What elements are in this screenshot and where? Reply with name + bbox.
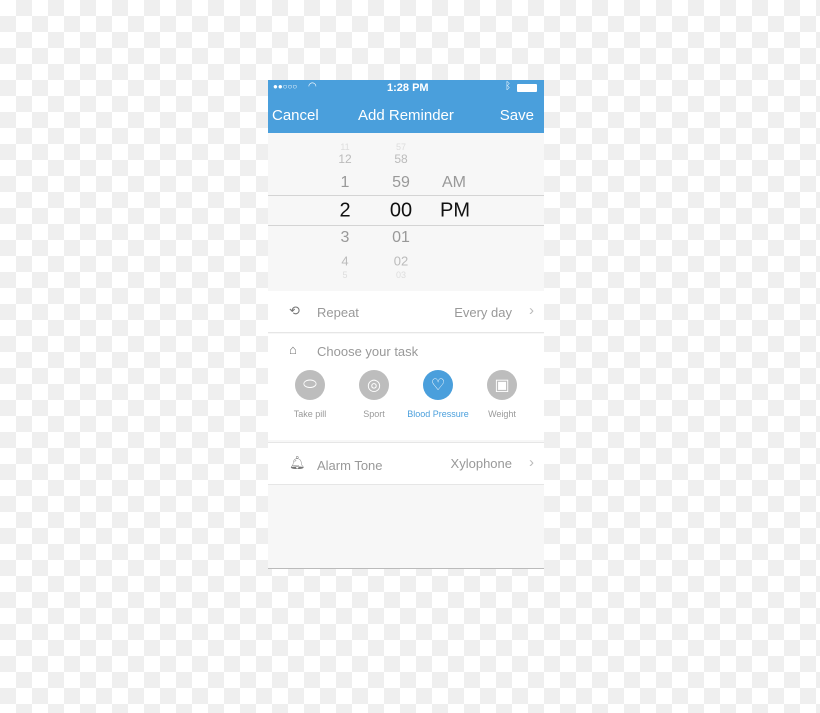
hour-option[interactable]: 5: [342, 270, 347, 280]
repeat-row[interactable]: ⟲ Repeat Every day ›: [268, 291, 544, 333]
alarm-tone-row[interactable]: 🔔︎ Alarm Tone Xylophone ›: [268, 442, 544, 485]
phone-screen: ●●○○○ ◠ 1:28 PM ᛒ Cancel Add Reminder Sa…: [268, 80, 544, 569]
task-option-label: Take pill: [293, 409, 327, 419]
task-section: ⌂ Choose your task ⬭ Take pill ◎ Sport ♡ Bloo…: [268, 334, 544, 440]
time-picker[interactable]: 11 12 1 2 3 4 5 57 58 59 00 01 02 03 AM PM: [268, 133, 544, 290]
hour-option[interactable]: 11: [340, 142, 349, 152]
signal-indicator: ●●○○○: [273, 82, 298, 91]
status-time: 1:28 PM: [387, 82, 429, 94]
page-title: Add Reminder: [358, 107, 454, 124]
task-option-sport[interactable]: ◎ Sport: [339, 370, 409, 419]
tag-icon: ⌂: [289, 342, 297, 357]
alarm-tone-label: Alarm Tone: [317, 458, 383, 473]
nav-bar: Cancel Add Reminder Save: [268, 97, 544, 133]
repeat-label: Repeat: [317, 305, 359, 320]
heart-icon: ♡: [423, 370, 453, 400]
save-button[interactable]: Save: [500, 107, 534, 124]
hour-option[interactable]: 2: [339, 200, 350, 223]
scale-icon: ▣: [487, 370, 517, 400]
task-option-label: Weight: [488, 409, 516, 419]
bluetooth-icon: ᛒ: [505, 81, 511, 92]
hour-option[interactable]: 12: [338, 152, 351, 166]
alarm-tone-value: Xylophone: [450, 456, 512, 471]
wifi-icon: ◠: [308, 81, 317, 92]
hour-option[interactable]: 4: [341, 254, 348, 269]
chevron-right-icon: ›: [529, 454, 534, 471]
repeat-value: Every day: [454, 305, 512, 320]
period-option-am[interactable]: AM: [442, 174, 466, 192]
chevron-right-icon: ›: [529, 302, 534, 319]
repeat-icon: ⟲: [289, 303, 300, 318]
bell-icon: 🔔︎: [289, 455, 306, 470]
minute-option[interactable]: 59: [392, 174, 410, 192]
cancel-button[interactable]: Cancel: [272, 107, 319, 124]
pill-icon: ⬭: [295, 370, 325, 400]
minute-option[interactable]: 01: [392, 229, 410, 247]
task-option-blood-pressure[interactable]: ♡ Blood Pressure: [403, 370, 473, 419]
status-bar: ●●○○○ ◠ 1:28 PM ᛒ: [268, 80, 544, 97]
minute-option[interactable]: 03: [396, 270, 406, 280]
task-option-take-pill[interactable]: ⬭ Take pill: [275, 370, 345, 419]
minute-option[interactable]: 58: [394, 152, 407, 166]
task-option-label: Sport: [363, 409, 385, 419]
minute-option[interactable]: 00: [390, 200, 412, 223]
task-label: Choose your task: [317, 344, 419, 359]
hour-option[interactable]: 3: [341, 229, 350, 247]
watch-icon: ◎: [359, 370, 389, 400]
task-option-weight[interactable]: ▣ Weight: [467, 370, 537, 419]
task-option-label: Blood Pressure: [407, 409, 469, 419]
battery-icon: [517, 84, 537, 92]
minute-option[interactable]: 57: [396, 142, 406, 152]
period-option-pm[interactable]: PM: [440, 200, 470, 223]
minute-option[interactable]: 02: [394, 254, 408, 269]
hour-option[interactable]: 1: [341, 174, 350, 192]
